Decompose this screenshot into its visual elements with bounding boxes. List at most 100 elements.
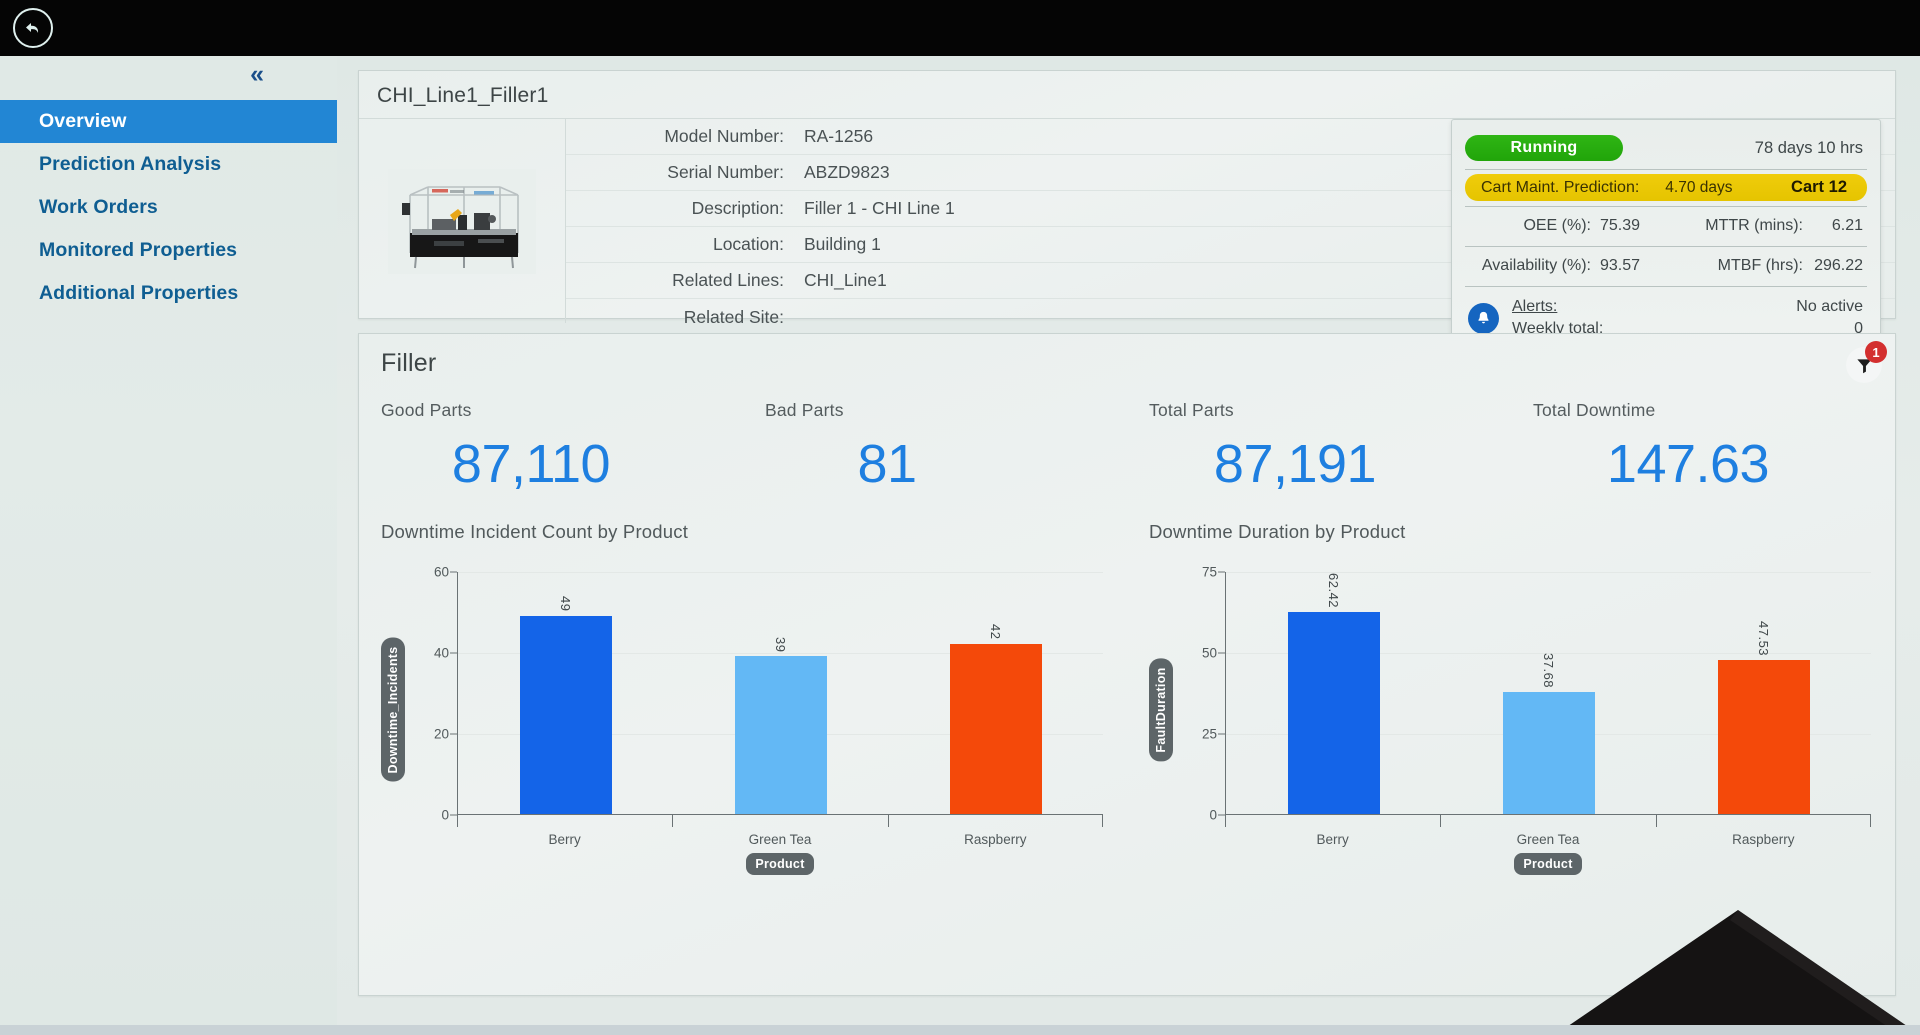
sidebar-item-label: Prediction Analysis bbox=[39, 153, 222, 175]
top-bar bbox=[0, 0, 1920, 56]
y-axis-title: Downtime_Incidents bbox=[381, 637, 405, 782]
category-label: Green Tea bbox=[1516, 832, 1580, 847]
sidebar-item-label: Monitored Properties bbox=[39, 239, 238, 261]
spec-value: Filler 1 - CHI Line 1 bbox=[804, 198, 955, 218]
spec-label: Related Lines: bbox=[672, 270, 784, 290]
x-tick-mark bbox=[887, 815, 889, 827]
sidebar-item-overview[interactable]: Overview bbox=[0, 100, 337, 143]
spec-value: ABZD9823 bbox=[804, 162, 890, 182]
chart-downtime-incident-count: Downtime Incident Count by Product Downti… bbox=[359, 521, 1127, 875]
app-root: « Overview Prediction Analysis Work Orders… bbox=[0, 0, 1920, 1035]
bar-raspberry[interactable]: 42 bbox=[949, 624, 1042, 814]
x-axis-title: Product bbox=[457, 853, 1103, 875]
category-slot: Raspberry bbox=[1655, 815, 1871, 851]
y-tick-label: 0 bbox=[441, 807, 449, 823]
spec-value: Building 1 bbox=[804, 234, 881, 254]
bar-berry[interactable]: 49 bbox=[519, 596, 612, 814]
kpi-total-downtime: Total Downtime 147.63 bbox=[1511, 400, 1895, 495]
x-tick-mark bbox=[672, 815, 674, 827]
maint-prediction-value: 4.70 days bbox=[1665, 178, 1733, 196]
y-tick-mark bbox=[1218, 814, 1225, 816]
x-tick-mark-end bbox=[1101, 815, 1103, 827]
sidebar-item-prediction-analysis[interactable]: Prediction Analysis bbox=[0, 143, 337, 186]
bell-glyph bbox=[1478, 311, 1489, 323]
x-tick-mark bbox=[1440, 815, 1442, 827]
bars-container: 49 39 42 bbox=[458, 572, 1103, 814]
sidebar-item-work-orders[interactable]: Work Orders bbox=[0, 186, 337, 229]
bottom-strip bbox=[0, 1025, 1920, 1035]
y-tick-mark bbox=[1218, 733, 1225, 735]
bar-green-tea[interactable]: 37.68 bbox=[1502, 653, 1595, 814]
category-slot: Berry bbox=[457, 815, 672, 851]
kpi-label: Total Parts bbox=[1149, 400, 1234, 420]
filter-badge-count: 1 bbox=[1865, 341, 1887, 363]
plot-area: 62.42 37.68 47.53 bbox=[1225, 572, 1871, 815]
filter-button[interactable]: 1 bbox=[1846, 341, 1887, 383]
y-tick-mark bbox=[450, 733, 457, 735]
bar-value-label: 47.53 bbox=[1756, 620, 1771, 657]
y-tick-label: 50 bbox=[1201, 645, 1217, 661]
category-axis: Berry Green Tea Raspberry bbox=[1225, 815, 1871, 851]
filler-title: Filler bbox=[381, 349, 437, 377]
y-axis-title-label: Downtime_Incidents bbox=[386, 646, 400, 773]
sidebar-item-label: Additional Properties bbox=[39, 282, 239, 304]
cart-maintenance-prediction[interactable]: Cart Maint. Prediction: 4.70 days Cart 1… bbox=[1465, 174, 1867, 201]
kpi-label: Bad Parts bbox=[765, 400, 844, 420]
divider bbox=[1465, 286, 1867, 287]
y-ticks: 0 20 40 60 bbox=[411, 565, 457, 823]
charts-row: Downtime Incident Count by Product Downti… bbox=[359, 521, 1895, 875]
x-tick-mark bbox=[1225, 815, 1226, 827]
chevron-double-left-icon[interactable]: « bbox=[250, 62, 264, 87]
kpi-total-parts: Total Parts 87,191 bbox=[1127, 400, 1511, 495]
bar-raspberry[interactable]: 47.53 bbox=[1717, 621, 1810, 814]
divider bbox=[1465, 169, 1867, 170]
sidebar: « Overview Prediction Analysis Work Orders… bbox=[0, 56, 337, 1035]
spec-label: Model Number: bbox=[664, 126, 784, 146]
category-slot: Green Tea bbox=[672, 815, 887, 851]
alerts-link[interactable]: Alerts: bbox=[1512, 296, 1603, 317]
bar-value-label: 42 bbox=[988, 624, 1003, 640]
bar-value-label: 49 bbox=[558, 596, 573, 612]
bars-container: 62.42 37.68 47.53 bbox=[1226, 572, 1871, 814]
back-arrow-icon bbox=[26, 23, 39, 33]
bell-icon[interactable] bbox=[1468, 302, 1499, 334]
sidebar-collapse-row: « bbox=[0, 56, 337, 100]
plot-area-wrapper: Downtime_Incidents 0 20 40 60 49 39 42 Berry Gree… bbox=[381, 565, 1111, 875]
x-axis-title: Product bbox=[1225, 853, 1871, 875]
category-label: Berry bbox=[1316, 832, 1349, 847]
sidebar-item-additional-properties[interactable]: Additional Properties bbox=[0, 272, 337, 315]
mttr-value: 6.21 bbox=[1831, 217, 1863, 234]
bar-slot: 47.53 bbox=[1656, 572, 1871, 814]
sidebar-item-label: Work Orders bbox=[39, 196, 158, 218]
bar-slot: 42 bbox=[888, 572, 1103, 814]
spec-label: Location: bbox=[712, 234, 784, 254]
chart-title: Downtime Incident Count by Product bbox=[381, 521, 689, 542]
plot-area-wrapper: FaultDuration 0 25 50 75 62.42 37.68 47.53 Berry… bbox=[1149, 565, 1879, 875]
status-badge-running[interactable]: Running bbox=[1465, 135, 1623, 161]
bar-green-tea[interactable]: 39 bbox=[734, 637, 827, 814]
bar-value-label: 39 bbox=[773, 636, 788, 653]
sidebar-item-monitored-properties[interactable]: Monitored Properties bbox=[0, 229, 337, 272]
kpi-good-parts: Good Parts 87,110 bbox=[359, 400, 743, 495]
y-axis-title: FaultDuration bbox=[1149, 657, 1173, 762]
maint-cart-id: Cart 12 bbox=[1791, 178, 1847, 196]
plot-area: 49 39 42 bbox=[457, 572, 1103, 815]
bar-slot: 37.68 bbox=[1441, 572, 1656, 814]
bar-berry[interactable]: 62.42 bbox=[1287, 573, 1380, 814]
y-tick-mark bbox=[450, 571, 457, 573]
back-button[interactable] bbox=[13, 8, 53, 48]
oee-value: 75.39 bbox=[1600, 217, 1641, 234]
y-tick-mark bbox=[1218, 571, 1225, 573]
main-content: CHI_Line1_Filler1 Model Number: RA-1256 … bbox=[337, 56, 1920, 1035]
metric-row-oee-mttr: OEE (%): 75.39 MTTR (mins): 6.21 bbox=[1465, 211, 1867, 241]
metric-row-availability-mtbf: Availability (%): 93.57 MTBF (hrs): 296.… bbox=[1465, 251, 1867, 281]
spec-value: RA-1256 bbox=[804, 126, 874, 146]
x-tick-mark bbox=[1655, 815, 1657, 827]
divider bbox=[1465, 246, 1867, 247]
y-tick-mark bbox=[1218, 652, 1225, 654]
spec-value: CHI_Line1 bbox=[804, 270, 887, 290]
asset-thumbnail-container bbox=[359, 119, 566, 323]
x-axis-title-label: Product bbox=[1514, 853, 1582, 875]
x-axis-title-label: Product bbox=[746, 853, 814, 875]
y-tick-label: 25 bbox=[1201, 726, 1217, 742]
